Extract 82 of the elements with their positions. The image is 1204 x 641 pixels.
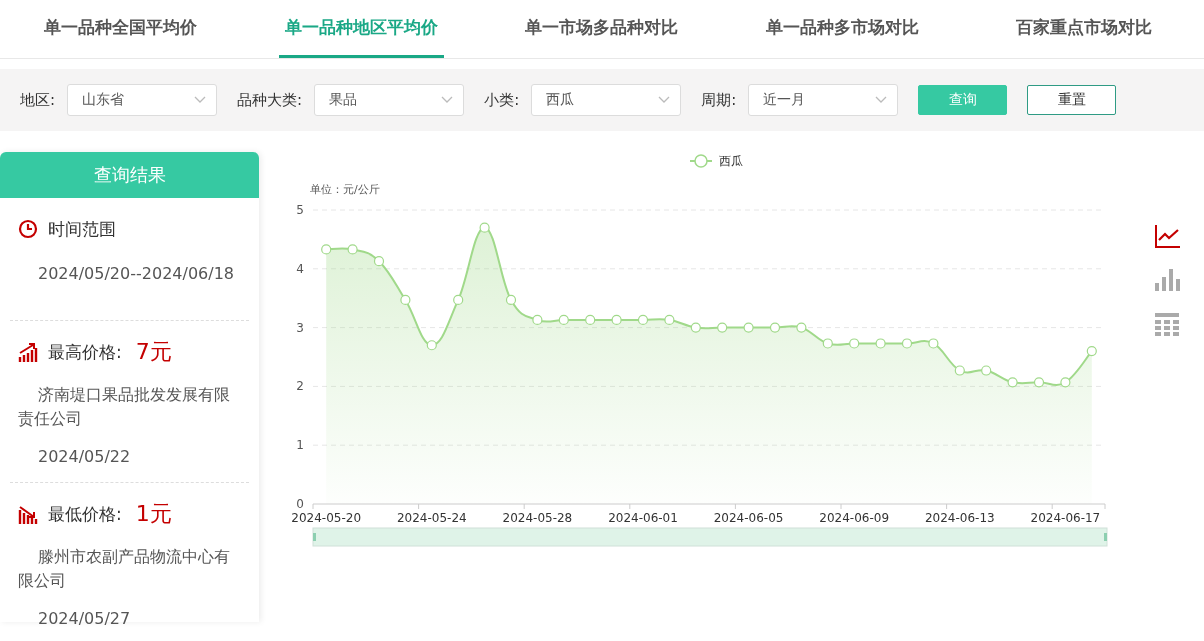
data-point (1033, 377, 1045, 388)
data-point (981, 365, 992, 376)
chevron-down-icon[interactable] (658, 96, 671, 104)
data-point (532, 314, 543, 326)
y-axis-label: 3 (296, 320, 304, 335)
unit-label: 单位：元/公斤 (310, 183, 380, 196)
date-text: 2024/05/22 (38, 447, 131, 466)
price-value: 7元 (135, 338, 172, 366)
x-axis-label: 2024-06-05 (713, 511, 784, 525)
data-point (1086, 346, 1097, 357)
data-point (558, 314, 569, 326)
dropdown-field[interactable]: 果品 (314, 84, 465, 116)
data-point (901, 338, 913, 349)
data-point (479, 222, 490, 233)
rising-bars-icon (18, 342, 38, 362)
data-point (849, 338, 860, 349)
x-axis-label: 2024-06-17 (1030, 511, 1101, 525)
price-value: 1元 (135, 500, 172, 528)
date-text: 2024/05/27 (38, 609, 131, 628)
tab[interactable]: 单一市场多品种对比 (481, 0, 723, 58)
data-point (954, 365, 965, 376)
data-point (373, 256, 385, 267)
tab[interactable]: 单一品种多市场对比 (722, 0, 964, 58)
data-point (1007, 377, 1018, 388)
data-point (928, 338, 939, 349)
y-axis-label: 1 (296, 438, 304, 453)
x-axis-label: 2024-06-13 (924, 511, 995, 525)
filter-label: 周期: (701, 90, 737, 110)
data-point (585, 314, 596, 326)
y-axis-label: 2 (296, 379, 304, 394)
data-point (453, 294, 464, 306)
dropdown-field[interactable]: 西瓜 (531, 84, 682, 116)
panel-title: 查询结果 (0, 152, 259, 198)
y-axis-label: 0 (296, 497, 304, 511)
dropdown-field[interactable]: 近一月 (748, 84, 899, 116)
section-heading: 时间范围 (48, 217, 116, 241)
data-point (611, 314, 622, 326)
data-point (743, 322, 754, 333)
data-point (321, 244, 332, 255)
x-axis-label: 2024-06-09 (819, 511, 890, 525)
x-axis-label: 2024-05-20 (291, 511, 362, 525)
clock-icon (18, 219, 38, 239)
data-point (769, 322, 781, 333)
data-point (822, 338, 833, 349)
filter-label: 小类: (484, 90, 520, 110)
falling-bars-icon (18, 504, 38, 524)
market-name: 济南堤口果品批发发展有限责任公司 (18, 384, 231, 430)
dropdown-field[interactable]: 山东省 (67, 84, 218, 116)
legend-label: 西瓜 (719, 154, 743, 168)
data-point (400, 294, 411, 306)
data-point (717, 322, 728, 333)
data-point (664, 314, 675, 326)
data-point (637, 314, 649, 326)
legend-item[interactable]: 西瓜 (689, 154, 743, 168)
line-chart-icon[interactable] (1154, 223, 1180, 249)
data-point (426, 340, 437, 351)
chevron-down-icon[interactable] (441, 96, 454, 104)
bar-chart-icon[interactable] (1154, 267, 1180, 293)
filter-label: 地区: (20, 90, 56, 110)
data-point (505, 294, 517, 306)
chevron-down-icon[interactable] (194, 96, 207, 104)
chevron-down-icon[interactable] (875, 96, 888, 104)
table-chart-icon[interactable] (1154, 311, 1180, 337)
section-heading: 最低价格: (48, 502, 122, 526)
tab[interactable]: 单一品种全国平均价 (0, 0, 241, 58)
zoom-slider[interactable] (312, 527, 1108, 547)
data-point (875, 338, 886, 349)
x-axis-label: 2024-05-28 (502, 511, 573, 525)
x-axis-label: 2024-06-01 (608, 511, 678, 525)
data-point (796, 322, 807, 333)
filter-label: 品种大类: (237, 90, 303, 110)
market-name: 滕州市农副产品物流中心有限公司 (18, 546, 231, 592)
y-axis-label: 5 (296, 203, 304, 217)
data-point (690, 322, 701, 333)
tab[interactable]: 百家重点市场对比 (963, 0, 1204, 58)
x-axis-label: 2024-05-24 (396, 511, 467, 525)
y-axis-label: 4 (296, 261, 304, 276)
date-range: 2024/05/20--2024/06/18 (38, 264, 234, 283)
data-point (1060, 377, 1071, 388)
section-heading: 最高价格: (48, 340, 122, 364)
reset-button[interactable]: 重置 (1027, 85, 1117, 115)
data-point (347, 244, 358, 255)
